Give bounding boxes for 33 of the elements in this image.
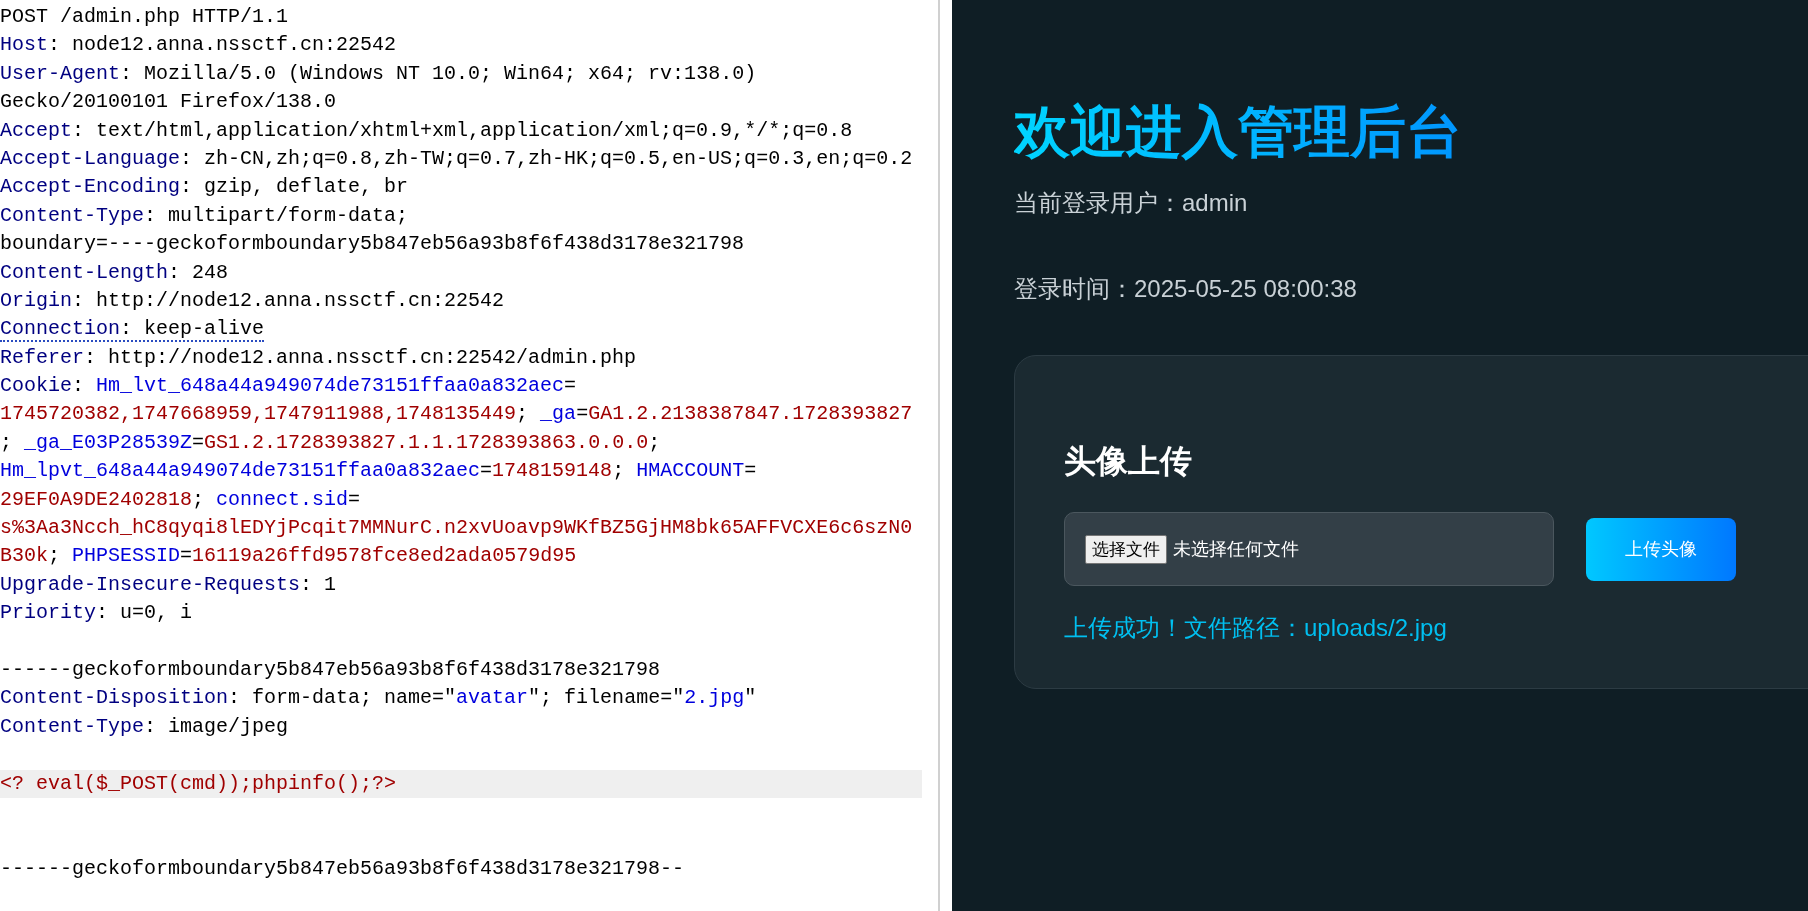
current-user-text: 当前登录用户：admin (1014, 188, 1249, 219)
code-line: Referer: http://node12.anna.nssctf.cn:22542/admin.php (0, 344, 638, 371)
file-field[interactable]: 选择文件 未选择任何文件 (1064, 512, 1554, 587)
code-line: Content-Type: image/jpeg (0, 713, 290, 740)
code-line: ------geckoformboundary5b847eb56a93b8f6f438d3178e321798 (0, 657, 662, 683)
code-line: Accept-Encoding: gzip, deflate, br (0, 174, 410, 201)
code-line: Origin: http://node12.anna.nssctf.cn:22542 (0, 287, 506, 314)
code-line: Content-Type: multipart/form-data; (0, 202, 410, 229)
code-line: Content-Disposition: form-data; name="avatar"; filename="2.jpg" (0, 685, 758, 712)
choose-file-button[interactable]: 选择文件 (1085, 534, 1167, 564)
code-line: Accept: text/html,application/xhtml+xml,application/xml;q=0.9,*/*;q=0.8 (0, 117, 854, 144)
code-line: B30k; PHPSESSID=16119a26ffd9578fce8ed2ada0579d95 (0, 543, 578, 570)
success-message: 上传成功！文件路径：uploads/2.jpg (1064, 613, 1448, 644)
code-line: Host: node12.anna.nssctf.cn:22542 (0, 32, 398, 59)
code-line: Content-Length: 248 (0, 259, 230, 286)
code-line: ------geckoformboundary5b847eb56a93b8f6f438d3178e321798-- (0, 855, 686, 882)
code-line: ; _ga_E03P28539Z=GS1.2.1728393827.1.1.1728393863.0.0.0; (0, 429, 662, 456)
code-line: Priority: u=0, i (0, 600, 194, 627)
code-line: Gecko/20100101 Firefox/138.0 (0, 89, 338, 116)
file-status-text: 未选择任何文件 (1173, 537, 1299, 562)
code-line: User-Agent: Mozilla/5.0 (Windows NT 10.0; Win64; x64; rv:138.0) (0, 60, 758, 87)
code-line: Accept-Language: zh-CN,zh;q=0.8,zh-TW;q=0.7,zh-HK;q=0.5,en-US;q=0.3,en;q=0.2 (0, 145, 914, 172)
code-line: Cookie: Hm_lvt_648a44a949074de73151ffaa0a832aec= (0, 373, 578, 400)
card-title: 头像上传 (1064, 441, 1193, 483)
code-line: Connection: keep-alive (0, 316, 266, 344)
code-line: s%3Aa3Ncch_hC8qyqi8lEDYjPcqit7MMNurC.n2xvUoavp9WKfBZ5GjHM8bk65AFFVCXE6c6szN0 (0, 515, 914, 542)
code-line: 1745720382,1747668959,1747911988,1748135449; _ga=GA1.2.2138387847.1728393827 (0, 401, 914, 428)
code-line: Upgrade-Insecure-Requests: 1 (0, 571, 338, 598)
code-line: 29EF0A9DE2402818; connect.sid= (0, 486, 362, 513)
login-time-text: 登录时间：2025-05-25 08:00:38 (1014, 274, 1358, 305)
code-line: boundary=----geckoformboundary5b847eb56a93b8f6f438d3178e321798 (0, 231, 746, 258)
code-line: POST /admin.php HTTP/1.1 (0, 4, 290, 30)
code-line: Hm_lpvt_648a44a949074de73151ffaa0a832aec=1748159148; HMACCOUNT= (0, 458, 758, 485)
